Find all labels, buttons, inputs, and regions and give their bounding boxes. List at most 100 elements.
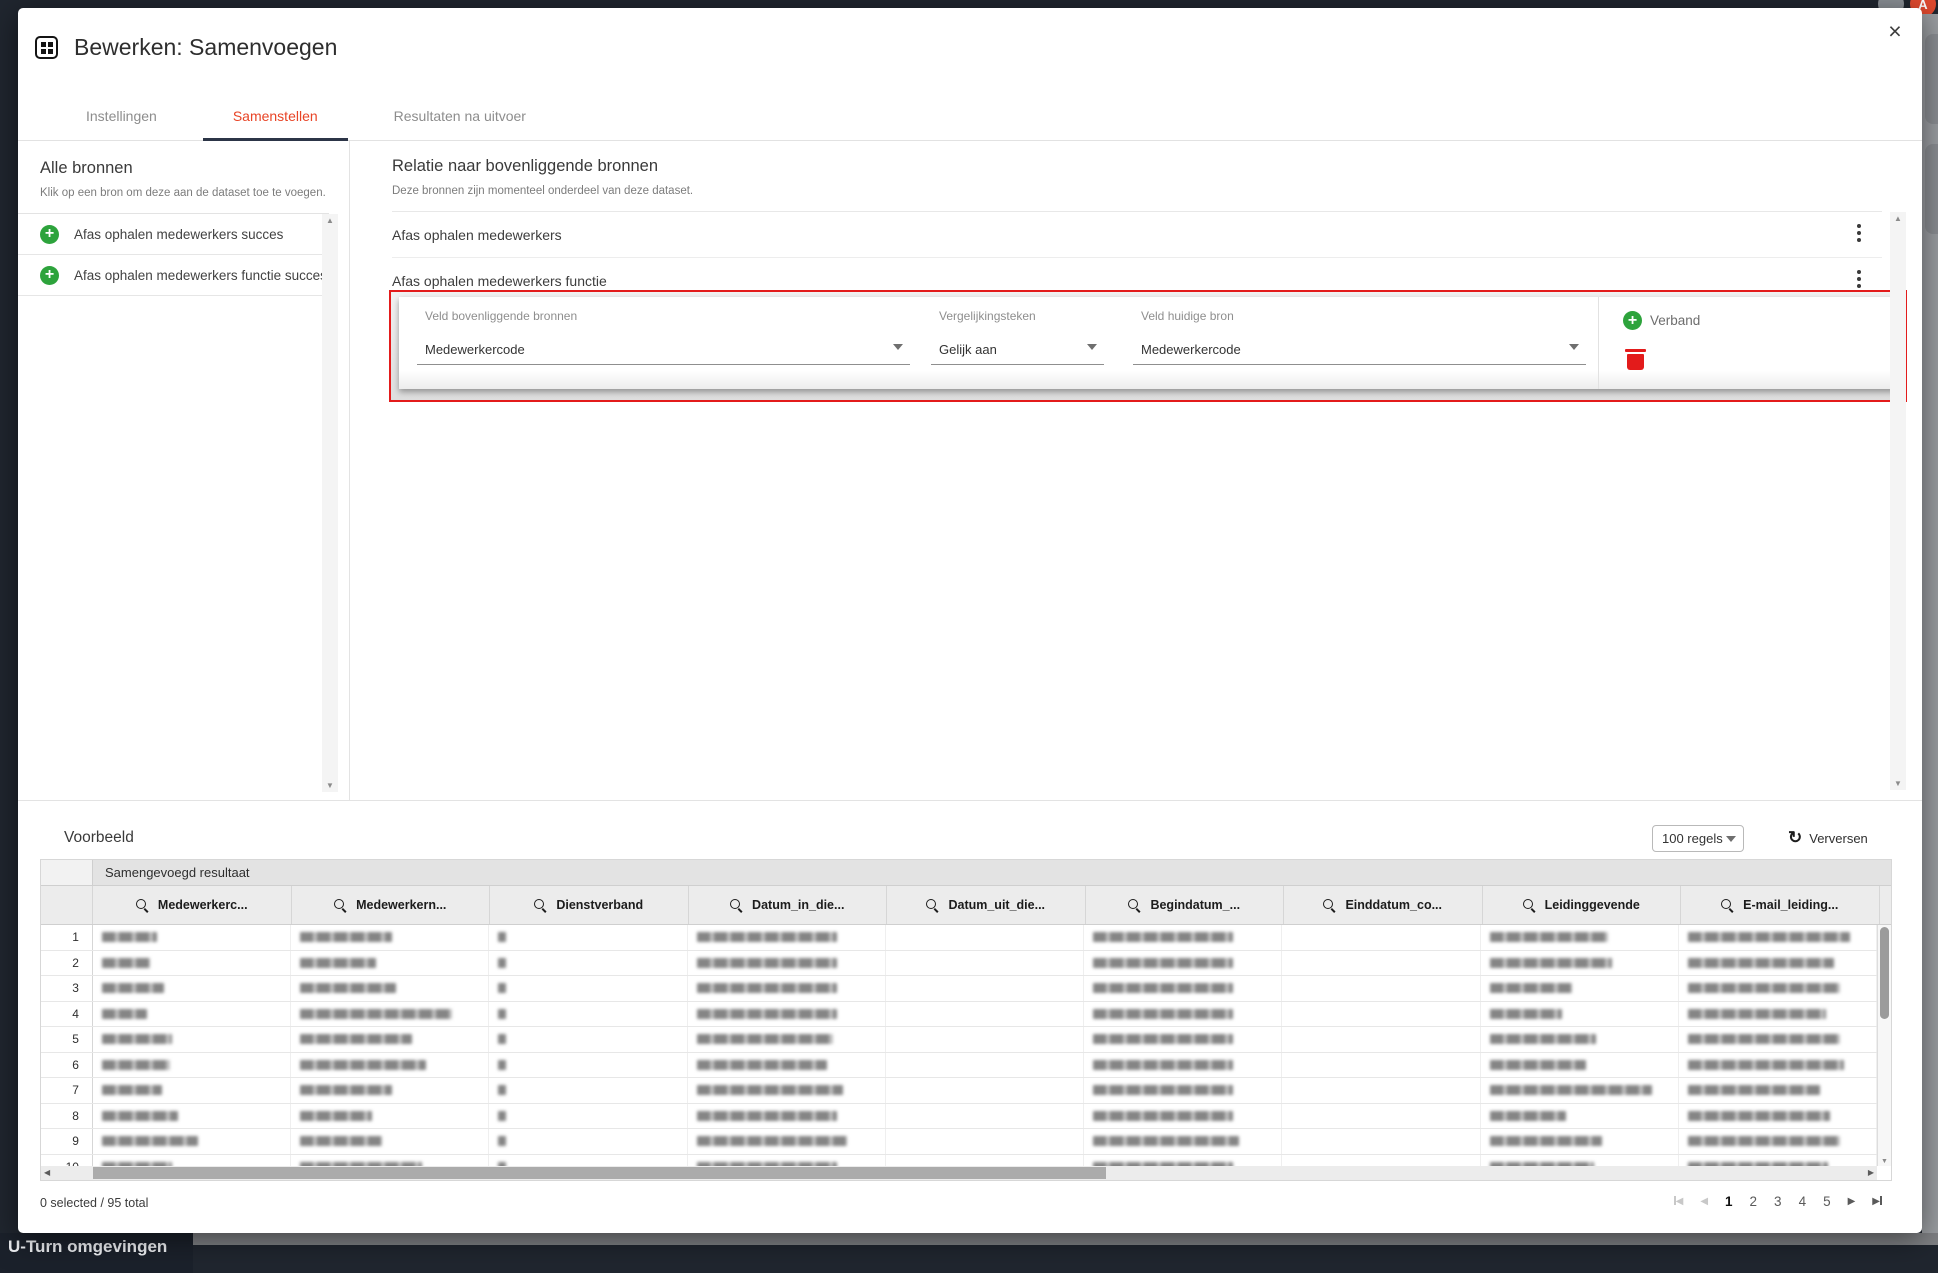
column-header-label: Medewerkern...	[356, 898, 446, 912]
scrollbar-thumb[interactable]	[93, 1167, 1106, 1179]
kebab-menu-icon[interactable]	[1850, 224, 1868, 246]
table-row[interactable]: 9	[41, 1129, 1877, 1155]
table-cell	[291, 951, 489, 976]
page-1[interactable]: 1	[1725, 1194, 1733, 1209]
sources-scrollbar[interactable]: ▲ ▼	[322, 214, 338, 792]
refresh-label: Verversen	[1809, 831, 1868, 846]
page-3[interactable]: 3	[1774, 1194, 1782, 1209]
add-relation-button[interactable]: + Verband	[1623, 311, 1700, 330]
table-cell	[291, 925, 489, 950]
scroll-right-icon[interactable]: ▶	[1868, 1168, 1874, 1177]
column-header[interactable]: Begindatum_...	[1086, 886, 1285, 924]
column-header[interactable]: Leidinggevende	[1483, 886, 1682, 924]
scroll-down-icon[interactable]: ▼	[1890, 779, 1906, 788]
search-icon	[1323, 899, 1336, 912]
relation-row-label: Afas ophalen medewerkers	[392, 227, 562, 243]
redacted-value	[102, 1034, 172, 1044]
scroll-left-icon[interactable]: ◀	[44, 1168, 50, 1177]
chevron-down-icon	[893, 344, 903, 350]
last-page-icon[interactable]: ▶	[1872, 1196, 1882, 1207]
table-cell	[1282, 976, 1480, 1001]
table-vertical-scrollbar[interactable]: ▼	[1877, 925, 1891, 1166]
first-page-icon[interactable]: ◀	[1674, 1196, 1684, 1207]
scroll-down-icon[interactable]: ▼	[322, 781, 338, 790]
source-list-item[interactable]: +Afas ophalen medewerkers functie succes	[18, 255, 329, 296]
table-cell	[688, 925, 886, 950]
sources-panel: Alle bronnen Klik op een bron om deze aa…	[18, 141, 350, 800]
table-cell	[1084, 1053, 1282, 1078]
scroll-up-icon[interactable]: ▲	[322, 216, 338, 225]
field-dropdown[interactable]: Medewerkercode	[417, 335, 910, 365]
relations-scrollbar[interactable]: ▲ ▼	[1890, 212, 1906, 790]
close-icon[interactable]: ×	[1880, 16, 1910, 46]
table-cell	[489, 1053, 687, 1078]
table-cell	[93, 1053, 291, 1078]
column-header[interactable]: E-mail_leiding...	[1681, 886, 1880, 924]
column-header[interactable]: Datum_in_die...	[689, 886, 888, 924]
table-row[interactable]: 5	[41, 1027, 1877, 1053]
rows-per-page-select[interactable]: 100 regels	[1652, 825, 1744, 852]
scroll-down-icon[interactable]: ▼	[1878, 1158, 1891, 1165]
column-header[interactable]: Medewerkern...	[292, 886, 491, 924]
table-horizontal-scrollbar[interactable]: ◀ ▶	[41, 1166, 1877, 1180]
source-list-item[interactable]: +Afas ophalen medewerkers succes	[18, 214, 329, 255]
next-page-icon[interactable]: ▶	[1848, 1196, 1856, 1207]
relation-field-group: VergelijkingstekenGelijk aan	[931, 309, 1104, 365]
column-header[interactable]: Datum_uit_die...	[887, 886, 1086, 924]
search-icon	[136, 899, 149, 912]
redacted-value	[697, 958, 837, 968]
table-row[interactable]: 7	[41, 1078, 1877, 1104]
tab-instellingen[interactable]: Instellingen	[48, 92, 195, 140]
bottom-nav-environments[interactable]: U-Turn omgevingen	[0, 1233, 193, 1273]
table-cell	[688, 1002, 886, 1027]
redacted-value	[1093, 1034, 1233, 1044]
table-row[interactable]: 8	[41, 1104, 1877, 1130]
table-cell	[291, 1027, 489, 1052]
table-group-header: Samengevoegd resultaat	[93, 860, 1891, 886]
table-cell	[1679, 1104, 1877, 1129]
chevron-down-icon	[1726, 836, 1736, 842]
scroll-up-icon[interactable]: ▲	[1890, 214, 1906, 223]
table-cell	[93, 1027, 291, 1052]
row-number: 4	[41, 1002, 93, 1027]
column-header-label: E-mail_leiding...	[1743, 898, 1838, 912]
table-row[interactable]: 1	[41, 925, 1877, 951]
table-cell	[1282, 925, 1480, 950]
table-cell	[688, 1104, 886, 1129]
tab-resultaten-na-uitvoer[interactable]: Resultaten na uitvoer	[356, 92, 564, 140]
relation-row-label: Afas ophalen medewerkers functie	[392, 273, 607, 289]
column-header[interactable]: Medewerkerc...	[93, 886, 292, 924]
page-5[interactable]: 5	[1823, 1194, 1831, 1209]
table-row[interactable]: 2	[41, 951, 1877, 977]
field-dropdown[interactable]: Medewerkercode	[1133, 335, 1586, 365]
column-header[interactable]: Einddatum_co...	[1284, 886, 1483, 924]
tab-samenstellen[interactable]: Samenstellen	[195, 92, 356, 140]
page-4[interactable]: 4	[1799, 1194, 1807, 1209]
previous-page-icon[interactable]: ◀	[1700, 1196, 1708, 1207]
scrollbar-thumb[interactable]	[1880, 927, 1889, 1019]
field-dropdown[interactable]: Gelijk aan	[931, 335, 1104, 365]
field-label: Veld bovenliggende bronnen	[425, 309, 910, 323]
page-2[interactable]: 2	[1750, 1194, 1758, 1209]
relations-panel-title: Relatie naar bovenliggende bronnen	[392, 157, 658, 176]
table-cell	[1481, 976, 1679, 1001]
redacted-value	[1490, 932, 1608, 942]
table-cell	[1084, 1129, 1282, 1154]
redacted-value	[1490, 958, 1612, 968]
search-icon	[1523, 899, 1536, 912]
table-cell	[291, 1129, 489, 1154]
table-cell	[1679, 1078, 1877, 1103]
column-header[interactable]: Dienstverband	[490, 886, 689, 924]
table-row[interactable]: 6	[41, 1053, 1877, 1079]
relation-row[interactable]: Afas ophalen medewerkers	[392, 212, 1882, 258]
redacted-value	[1688, 958, 1834, 968]
field-value: Medewerkercode	[1141, 342, 1241, 357]
kebab-menu-icon[interactable]	[1850, 270, 1868, 292]
table-row[interactable]: 3	[41, 976, 1877, 1002]
table-cell	[886, 1053, 1084, 1078]
refresh-button[interactable]: ↻ Verversen	[1788, 828, 1868, 848]
table-row[interactable]: 4	[41, 1002, 1877, 1028]
redacted-value	[1490, 1060, 1586, 1070]
delete-relation-button trash-icon[interactable]	[1627, 349, 1644, 370]
table-cell	[886, 976, 1084, 1001]
